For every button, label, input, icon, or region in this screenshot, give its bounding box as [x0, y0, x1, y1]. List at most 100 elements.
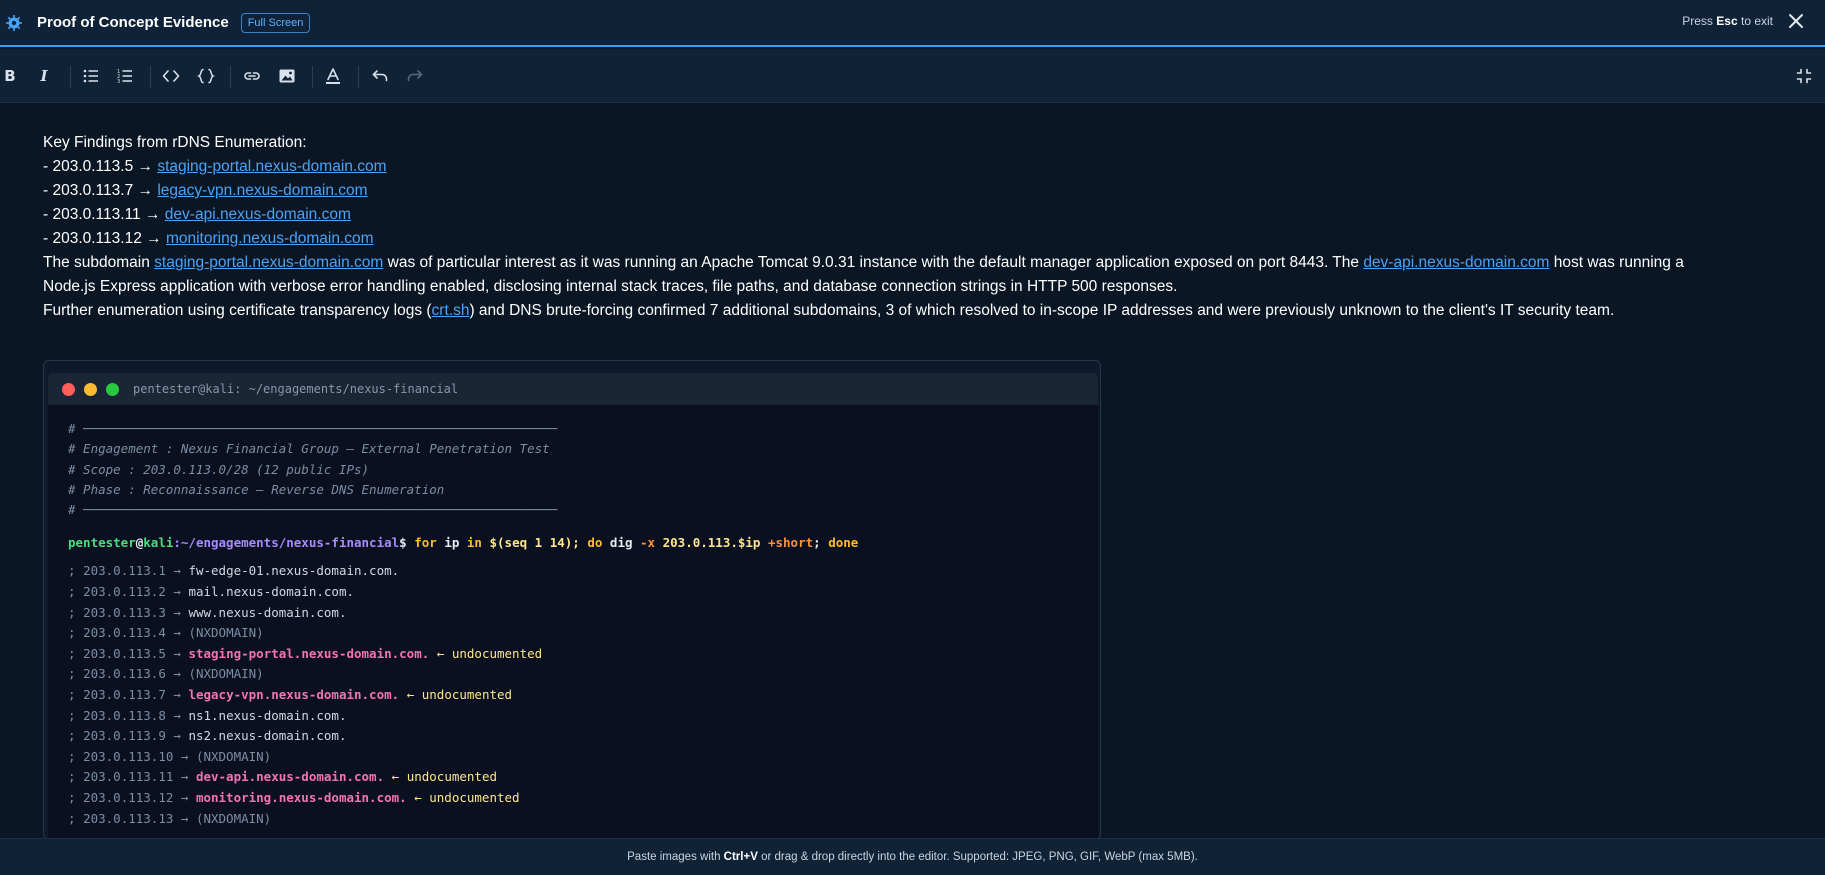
footer-text: Paste images with: [627, 851, 721, 863]
redo-icon[interactable]: [401, 62, 429, 90]
toolbar-divider: [150, 66, 151, 88]
row-ip: 203.0.113.1: [83, 563, 166, 579]
arrow-icon: →: [173, 810, 196, 826]
row-hostname: (NXDOMAIN): [188, 625, 264, 641]
paste-hint-footer: Paste images with Ctrl+V or drag & drop …: [0, 838, 1825, 875]
finding-item: - 203.0.113.12 → monitoring.nexus-domain…: [43, 227, 1783, 251]
undocumented-tag: ← undocumented: [414, 790, 520, 806]
dns-result-row: ; 203.0.113.5 → staging-portal.nexus-dom…: [68, 644, 1078, 665]
row-ip: 203.0.113.12: [83, 790, 174, 806]
footer-keys: Ctrl+V: [723, 851, 758, 863]
row-semicolon: ;: [68, 625, 84, 641]
page-title: Proof of Concept Evidence: [37, 14, 229, 31]
row-hostname: (NXDOMAIN): [195, 810, 272, 826]
dns-result-row: ; 203.0.113.1 → fw-edge-01.nexus-domain.…: [68, 561, 1078, 582]
arrow-icon: →: [165, 728, 189, 744]
numbered-list-icon[interactable]: 123: [111, 62, 139, 90]
row-semicolon: ;: [68, 728, 84, 744]
para-link[interactable]: staging-portal.nexus-domain.com: [154, 254, 383, 271]
row-semicolon: ;: [68, 645, 84, 661]
toolbar-divider: [70, 66, 71, 88]
finding-link[interactable]: monitoring.nexus-domain.com: [166, 230, 374, 247]
comment-line: # Scope : 203.0.113.0/28 (12 public IPs): [68, 461, 370, 477]
cmd-text: $(seq 1 14);: [481, 535, 588, 551]
undocumented-tag: ← undocumented: [406, 687, 513, 703]
arrow-icon: →: [173, 769, 196, 785]
editor-header: Proof of Concept Evidence Full Screen Pr…: [0, 0, 1825, 47]
dns-result-row: ; 203.0.113.6 → (NXDOMAIN): [68, 664, 1078, 685]
arrow-icon: →: [173, 748, 196, 764]
row-ip: 203.0.113.4: [83, 625, 166, 641]
cmd-text: dig: [602, 535, 641, 551]
code-icon[interactable]: [157, 62, 185, 90]
para-text: ) and DNS brute-forcing confirmed 7 addi…: [469, 302, 1615, 319]
minimize-dot-icon: [84, 382, 97, 396]
row-semicolon: ;: [68, 707, 84, 723]
code-block-icon[interactable]: [192, 62, 220, 90]
row-semicolon: ;: [68, 687, 84, 703]
italic-button[interactable]: I: [30, 62, 58, 90]
dns-result-row: ; 203.0.113.2 → mail.nexus-domain.com.: [68, 582, 1078, 603]
esc-hint-post: to exit: [1740, 14, 1773, 28]
prompt-dollar: $: [399, 535, 415, 551]
row-semicolon: ;: [68, 584, 84, 600]
row-ip: 203.0.113.8: [83, 707, 166, 723]
exit-fullscreen-icon[interactable]: [1790, 62, 1818, 90]
undocumented-tag: [399, 687, 407, 702]
finding-link[interactable]: legacy-vpn.nexus-domain.com: [157, 182, 367, 199]
row-ip: 203.0.113.3: [83, 604, 166, 620]
comment-line: # ──────────────────────────────────────…: [68, 502, 558, 518]
paragraph-line: The subdomain staging-portal.nexus-domai…: [43, 251, 1783, 275]
prompt-path: :~/engagements/nexus-financial: [173, 535, 400, 551]
cmd-keyword: done: [828, 535, 859, 551]
paragraph-line: Node.js Express application with verbose…: [43, 278, 1178, 295]
image-icon[interactable]: [273, 62, 301, 90]
arrow-icon: →: [165, 707, 189, 723]
arrow-icon: →: [165, 563, 189, 579]
cmd-flag: +short: [767, 535, 814, 551]
toolbar-divider: [358, 66, 359, 88]
undocumented-tag: [429, 646, 437, 661]
para-text: was of particular interest as it was run…: [383, 254, 1364, 271]
esc-hint: Press Esc to exit: [1682, 14, 1773, 28]
prompt-user: pentester: [68, 535, 136, 551]
row-hostname: legacy-vpn.nexus-domain.com.: [188, 687, 400, 703]
row-semicolon: ;: [68, 563, 84, 579]
terminal-window: pentester@kali: ~/engagements/nexus-fina…: [43, 360, 1101, 840]
row-ip: 203.0.113.6: [83, 666, 166, 682]
undo-icon[interactable]: [366, 62, 394, 90]
cmd-keyword: do: [587, 535, 603, 551]
bold-button[interactable]: B: [0, 62, 24, 90]
link-icon[interactable]: [238, 62, 266, 90]
comment-line: # ──────────────────────────────────────…: [68, 421, 558, 436]
toolbar-divider: [230, 66, 231, 88]
close-dot-icon: [62, 382, 75, 396]
para-link[interactable]: dev-api.nexus-domain.com: [1363, 254, 1549, 271]
para-text: Further enumeration using certificate tr…: [43, 302, 432, 319]
undocumented-tag: ← undocumented: [436, 645, 543, 661]
bullet-list-icon[interactable]: [77, 62, 105, 90]
maximize-dot-icon: [106, 382, 119, 396]
dns-result-row: ; 203.0.113.11 → dev-api.nexus-domain.co…: [68, 767, 1078, 788]
finding-link[interactable]: dev-api.nexus-domain.com: [165, 206, 351, 223]
row-hostname: fw-edge-01.nexus-domain.com.: [188, 563, 400, 579]
finding-item: - 203.0.113.11 → dev-api.nexus-domain.co…: [43, 203, 1783, 227]
row-ip: 203.0.113.7: [83, 687, 166, 703]
esc-key: Esc: [1716, 14, 1738, 28]
fullscreen-badge[interactable]: Full Screen: [240, 12, 311, 33]
editor-content[interactable]: Key Findings from rDNS Enumeration: - 20…: [43, 131, 1783, 323]
row-semicolon: ;: [68, 810, 84, 826]
finding-link[interactable]: staging-portal.nexus-domain.com: [157, 158, 386, 175]
close-icon[interactable]: [1785, 10, 1807, 32]
row-hostname: monitoring.nexus-domain.com.: [195, 790, 407, 806]
terminal-title: pentester@kali: ~/engagements/nexus-fina…: [133, 382, 459, 396]
row-hostname: ns1.nexus-domain.com.: [188, 707, 347, 723]
row-semicolon: ;: [68, 748, 84, 764]
row-ip: 203.0.113.2: [83, 584, 166, 600]
arrow-icon: →: [165, 666, 189, 682]
para-link[interactable]: crt.sh: [432, 302, 470, 319]
text-color-icon[interactable]: [319, 62, 347, 90]
terminal-output: ; 203.0.113.1 → fw-edge-01.nexus-domain.…: [68, 561, 1078, 829]
finding-prefix: - 203.0.113.5 →: [43, 158, 158, 175]
arrow-icon: →: [173, 790, 196, 806]
